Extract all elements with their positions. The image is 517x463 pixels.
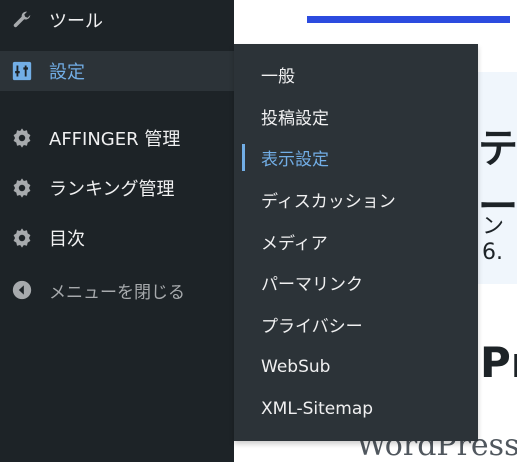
- sidebar-item-label: ツール: [49, 11, 103, 32]
- blue-header-bar: [307, 16, 510, 23]
- submenu-item-xml-sitemap[interactable]: XML-Sitemap: [234, 389, 478, 429]
- collapse-menu-button[interactable]: メニューを閉じる: [0, 270, 234, 310]
- submenu-item-media[interactable]: メディア: [234, 221, 478, 261]
- settings-icon: [10, 59, 34, 83]
- gear-icon: [10, 226, 34, 250]
- submenu-item-permalink[interactable]: パーマリンク: [234, 262, 478, 302]
- collapse-icon: [10, 278, 34, 302]
- admin-sidebar: ツール 設定 AFFINGER 管理 ランキング管理 目次 メニューを閉じる: [0, 0, 234, 462]
- sidebar-item-label: 目次: [49, 229, 85, 250]
- submenu-item-discussion[interactable]: ディスカッション: [234, 179, 478, 219]
- sidebar-item-label: メニューを閉じる: [49, 282, 185, 303]
- submenu-item-general[interactable]: 一般: [234, 54, 478, 94]
- sidebar-item-affinger[interactable]: AFFINGER 管理: [0, 118, 234, 158]
- submenu-item-writing[interactable]: 投稿設定: [234, 96, 478, 136]
- sidebar-item-settings[interactable]: 設定: [0, 51, 234, 91]
- gear-icon: [10, 126, 34, 150]
- sidebar-item-label: ランキング管理: [49, 179, 175, 200]
- sidebar-item-label: 設定: [49, 62, 85, 83]
- sidebar-item-tools[interactable]: ツール: [0, 0, 234, 40]
- page-heading: Pr: [480, 338, 517, 387]
- settings-flyout-menu: 一般 投稿設定 表示設定 ディスカッション メディア パーマリンク プライバシー…: [234, 44, 478, 441]
- notice-subtitle: ン 6.: [482, 214, 505, 265]
- sidebar-item-ranking[interactable]: ランキング管理: [0, 168, 234, 208]
- sidebar-item-toc[interactable]: 目次: [0, 218, 234, 258]
- submenu-item-websub[interactable]: WebSub: [234, 347, 478, 387]
- submenu-item-reading[interactable]: 表示設定: [234, 137, 478, 177]
- wrench-icon: [10, 8, 34, 32]
- submenu-item-privacy[interactable]: プライバシー: [234, 304, 478, 344]
- gear-icon: [10, 176, 34, 200]
- sidebar-item-label: AFFINGER 管理: [49, 129, 181, 150]
